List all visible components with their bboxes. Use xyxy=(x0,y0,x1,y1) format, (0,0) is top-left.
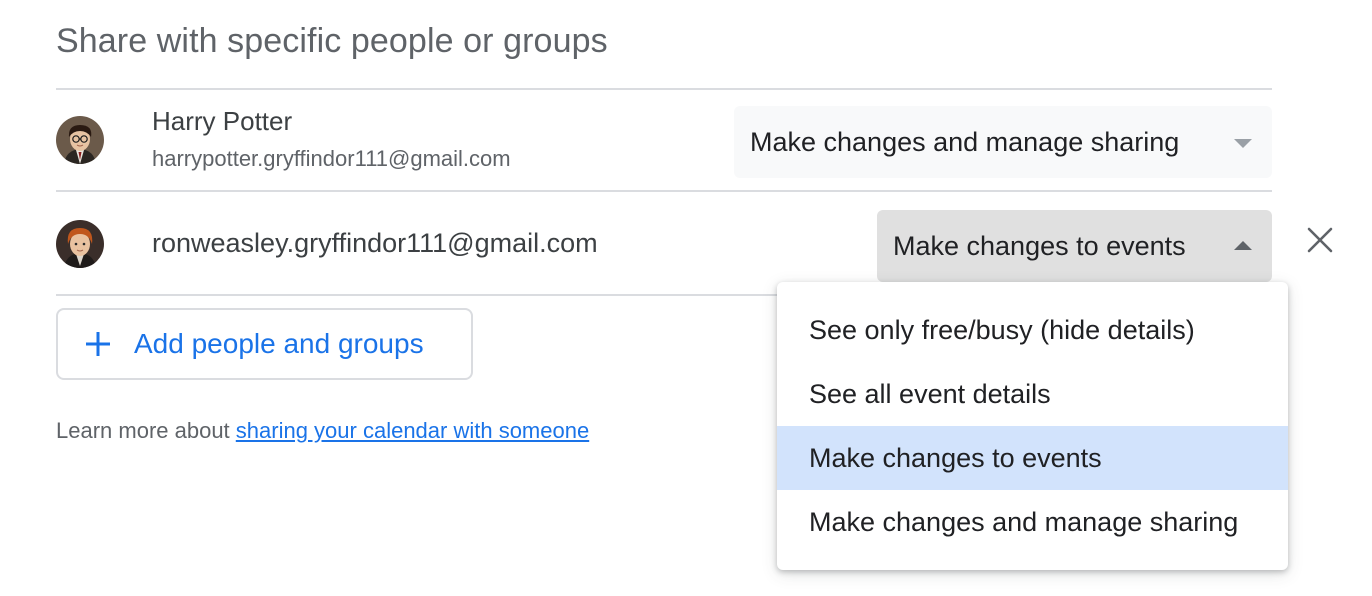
add-people-button[interactable]: Add people and groups xyxy=(56,308,473,380)
plus-icon xyxy=(84,330,112,358)
dropdown-arrow-up-icon xyxy=(1234,241,1252,250)
permission-select-value: Make changes to events xyxy=(893,230,1186,261)
divider xyxy=(56,190,1272,192)
permission-select-ron[interactable]: Make changes to events xyxy=(877,210,1272,282)
sharing-help-link[interactable]: sharing your calendar with someone xyxy=(236,418,589,443)
permission-select-value: Make changes and manage sharing xyxy=(750,126,1180,157)
permission-dropdown-menu: See only free/busy (hide details) See al… xyxy=(777,282,1288,570)
divider xyxy=(56,88,1272,90)
learn-more-prefix: Learn more about xyxy=(56,418,236,443)
person-email: harrypotter.gryffindor111@gmail.com xyxy=(152,146,511,171)
person-email: ronweasley.gryffindor111@gmail.com xyxy=(152,228,598,258)
add-people-label: Add people and groups xyxy=(134,328,424,359)
menu-option-make-changes[interactable]: Make changes to events xyxy=(777,426,1288,490)
dropdown-arrow-icon xyxy=(1234,139,1252,148)
section-title: Share with specific people or groups xyxy=(56,22,608,60)
remove-person-button[interactable] xyxy=(1300,220,1340,260)
person-name: Harry Potter xyxy=(152,106,293,136)
close-icon xyxy=(1307,227,1333,253)
menu-option-all-details[interactable]: See all event details xyxy=(777,362,1288,426)
avatar-ron xyxy=(56,220,104,268)
permission-select-harry[interactable]: Make changes and manage sharing xyxy=(734,106,1272,178)
learn-more-text: Learn more about sharing your calendar w… xyxy=(56,418,589,444)
menu-option-manage-sharing[interactable]: Make changes and manage sharing xyxy=(777,490,1288,554)
menu-option-free-busy[interactable]: See only free/busy (hide details) xyxy=(777,298,1288,362)
avatar-harry xyxy=(56,116,104,164)
